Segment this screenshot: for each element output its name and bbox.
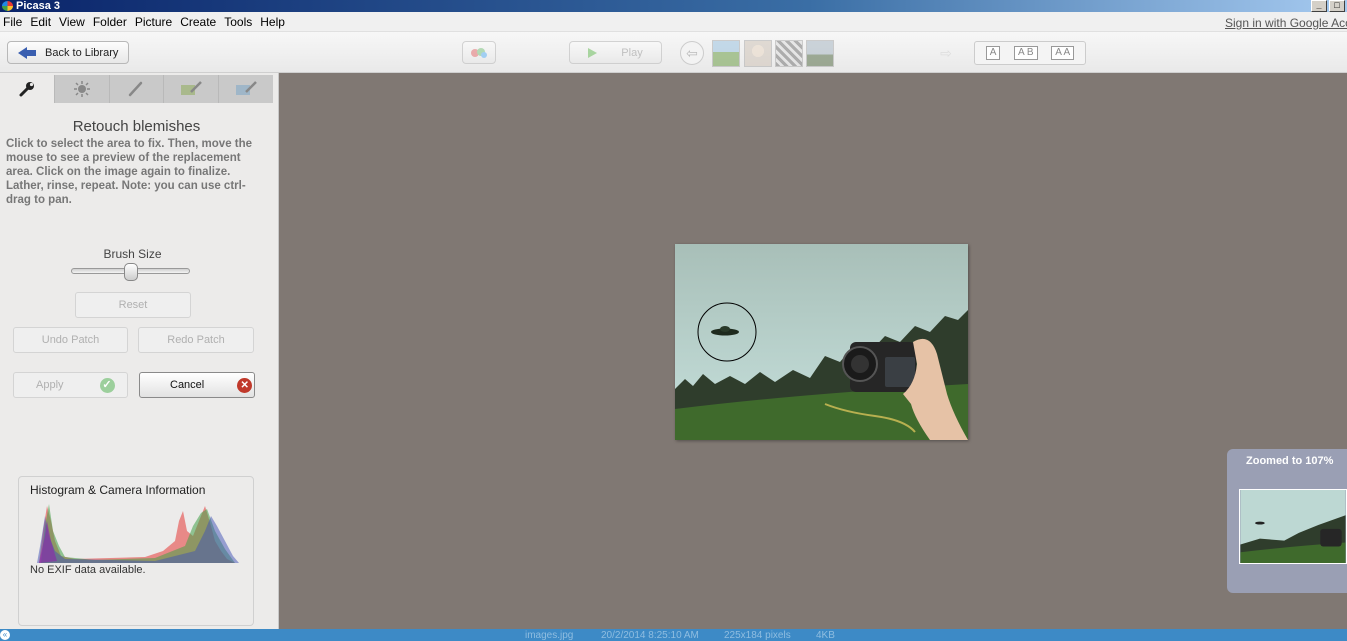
zoom-thumb-ufo (1255, 521, 1265, 525)
zoom-navigator: Zoomed to 107% (1227, 449, 1347, 593)
effects-more-icon (236, 81, 257, 95)
title-bar: Picasa 3 _ □ (0, 0, 1347, 12)
menu-view[interactable]: View (56, 15, 90, 29)
tab-tuning[interactable] (55, 75, 110, 103)
menu-file[interactable]: File (0, 15, 27, 29)
restore-button[interactable]: □ (1329, 0, 1345, 12)
toolbar: Back to Library Play ⇦ ⇨ A A B A A (0, 32, 1347, 73)
filmstrip-thumbnail[interactable] (744, 40, 772, 67)
picasa-app-icon (2, 1, 13, 11)
menu-tools[interactable]: Tools (221, 15, 257, 29)
status-bar: « images.jpg 20/2/2014 8:25:10 AM 225x18… (0, 629, 1347, 641)
exif-info: No EXIF data available. (30, 564, 146, 576)
status-dimensions: 225x184 pixels (724, 630, 791, 641)
redo-patch-button[interactable]: Redo Patch (138, 327, 254, 353)
close-icon: ✕ (237, 377, 253, 393)
photo-canvas[interactable] (675, 244, 968, 440)
back-to-library-label: Back to Library (45, 46, 119, 59)
collapse-panel-icon[interactable]: « (0, 630, 10, 640)
filmstrip-thumbnail-selected[interactable] (806, 40, 834, 67)
undo-patch-button[interactable]: Undo Patch (13, 327, 128, 353)
menu-bar: File Edit View Folder Picture Create Too… (0, 12, 1347, 32)
status-date: 20/2/2014 8:25:10 AM (601, 630, 699, 641)
panel-title: Retouch blemishes (72, 118, 201, 135)
play-slideshow-button[interactable]: Play (569, 41, 662, 64)
sun-icon (73, 81, 90, 97)
status-filename: images.jpg (525, 630, 574, 641)
zoom-thumbnail[interactable] (1239, 489, 1347, 564)
brush-size-slider-thumb[interactable] (123, 263, 138, 281)
arrow-right-icon: ⇨ (940, 45, 952, 61)
play-icon (588, 47, 598, 58)
menu-help[interactable]: Help (257, 15, 290, 29)
tab-more-effects[interactable] (164, 75, 220, 103)
minimize-button[interactable]: _ (1311, 0, 1327, 12)
cancel-label: Cancel (170, 379, 205, 391)
histogram-graph (37, 504, 239, 563)
menu-picture[interactable]: Picture (132, 15, 177, 29)
window-controls: _ □ (1311, 0, 1345, 12)
filmstrip-thumbnail[interactable] (712, 40, 740, 67)
cancel-button[interactable]: Cancel ✕ (139, 372, 255, 398)
camera (842, 342, 916, 392)
edit-tabs (0, 75, 273, 103)
apply-button[interactable]: Apply ✓ (13, 372, 128, 398)
window-title: Picasa 3 (16, 0, 61, 12)
collage-icon (471, 47, 487, 58)
reset-button[interactable]: Reset (75, 292, 191, 318)
caption-style-group: A A B A A (974, 41, 1086, 65)
histogram-title: Histogram & Camera Information (30, 483, 206, 497)
back-to-library-button[interactable]: Back to Library (7, 41, 129, 64)
caption-style-split[interactable]: A A (1051, 46, 1075, 60)
arrow-left-icon: ⇦ (686, 45, 698, 61)
caption-style-double[interactable]: A B (1014, 46, 1038, 60)
sign-in-link[interactable]: Sign in with Google Accou (1225, 16, 1347, 30)
next-photo-button[interactable]: ⇨ (934, 41, 958, 65)
collage-button[interactable] (462, 41, 496, 64)
effects-icon (181, 81, 203, 95)
apply-label: Apply (36, 379, 64, 391)
ufo-dome (720, 326, 730, 332)
tab-extra-effects[interactable] (219, 75, 273, 103)
tab-effects[interactable] (110, 75, 165, 103)
caption-style-single[interactable]: A (985, 46, 1001, 60)
filmstrip-thumbnail[interactable] (775, 40, 803, 67)
wrench-icon (19, 82, 34, 97)
play-label: Play (621, 46, 643, 59)
menu-create[interactable]: Create (177, 15, 221, 29)
status-size: 4KB (816, 630, 835, 641)
previous-photo-button[interactable]: ⇦ (680, 41, 704, 65)
checkmark-icon: ✓ (99, 377, 115, 393)
menu-edit[interactable]: Edit (27, 15, 56, 29)
histogram-panel: Histogram & Camera Information No EXIF d… (18, 476, 254, 626)
brush-icon (129, 81, 143, 97)
menu-folder[interactable]: Folder (90, 15, 132, 29)
brush-size-label: Brush Size (103, 247, 162, 261)
zoom-thumb-camera (1320, 528, 1342, 547)
edit-panel: Retouch blemishes Click to select the ar… (0, 73, 279, 629)
back-arrow-icon (18, 46, 36, 59)
tab-basic-fixes[interactable] (0, 75, 55, 103)
zoom-level-label: Zoomed to 107% (1246, 455, 1334, 467)
retouch-instructions: Click to select the area to fix. Then, m… (6, 138, 253, 206)
